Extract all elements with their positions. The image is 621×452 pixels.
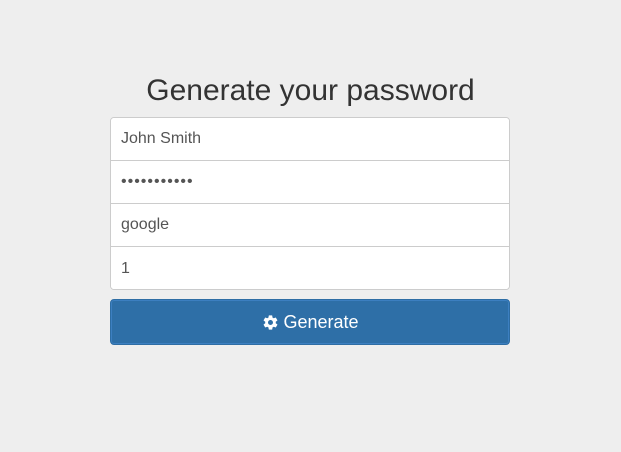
name-input[interactable] [111, 118, 509, 161]
page-title: Generate your password [146, 74, 475, 107]
counter-input[interactable] [111, 247, 509, 289]
generate-button-label: Generate [283, 311, 359, 332]
site-input[interactable] [111, 204, 509, 247]
password-generator-page: Generate your password Generate [0, 0, 621, 452]
generate-button[interactable]: Generate [110, 299, 510, 345]
generator-form [110, 117, 510, 290]
master-password-input[interactable] [111, 161, 509, 204]
gear-icon [261, 313, 279, 331]
